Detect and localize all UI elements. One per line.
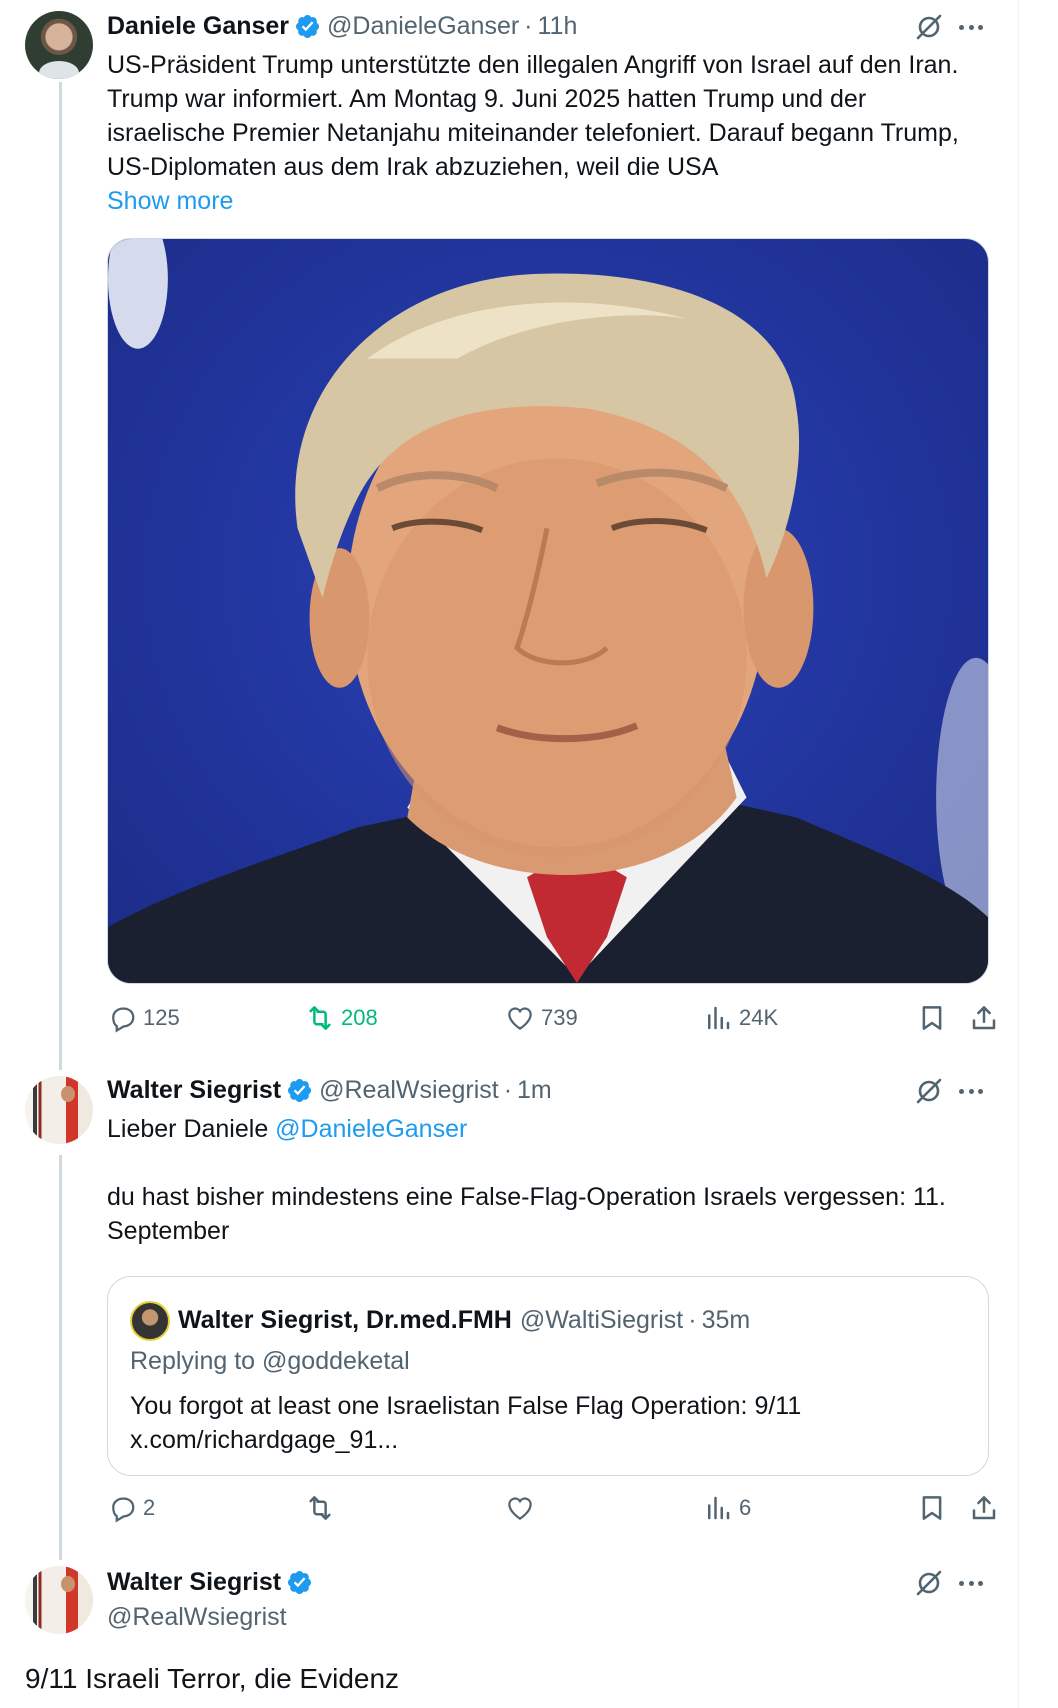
author-handle[interactable]: @RealWsiegrist [319, 1076, 499, 1105]
quote-link: x.com/richardgage_91... [130, 1426, 399, 1454]
post-header: Walter Siegrist @RealWsiegrist · 1m [107, 1073, 552, 1107]
avatar[interactable] [130, 1301, 170, 1341]
reply-count: 2 [143, 1495, 156, 1520]
separator-dot: · [688, 1305, 697, 1334]
author-handle[interactable]: @RealWsiegrist [107, 1603, 287, 1632]
portrait-photo [108, 239, 988, 983]
reply-icon [112, 1497, 135, 1523]
views-button[interactable]: 24K [703, 1000, 778, 1036]
post-greeting: Lieber Daniele @DanieleGanser [107, 1112, 987, 1146]
author-name[interactable]: Walter Siegrist [107, 1076, 281, 1105]
views-icon [708, 1496, 730, 1520]
views-count: 6 [739, 1495, 752, 1520]
timestamp[interactable]: 11h [538, 12, 578, 41]
avatar[interactable] [25, 1076, 93, 1144]
avatar[interactable] [25, 11, 93, 79]
mention-link[interactable]: @DanieleGanser [275, 1115, 467, 1143]
views-icon [708, 1006, 730, 1030]
timestamp[interactable]: 1m [517, 1076, 552, 1105]
author-handle: @WaltiSiegrist [519, 1305, 684, 1334]
like-count: 739 [541, 1005, 578, 1030]
grok-icon[interactable] [914, 12, 944, 42]
show-more-link[interactable]: Show more [107, 184, 987, 218]
quoted-post[interactable]: Walter Siegrist, Dr.med.FMH @WaltiSiegri… [107, 1276, 989, 1476]
post-text: 9/11 Israeli Terror, die Evidenz [25, 1663, 400, 1694]
verified-badge-icon [288, 1570, 312, 1594]
separator-dot: · [503, 1075, 513, 1104]
views-button[interactable]: 6 [703, 1490, 751, 1526]
avatar[interactable] [25, 1566, 93, 1634]
like-button[interactable] [505, 1490, 541, 1526]
post-text: du hast bisher mindestens eine False-Fla… [107, 1183, 946, 1245]
reply-icon [112, 1007, 135, 1033]
bookmark-button[interactable] [917, 1000, 953, 1036]
grok-icon[interactable] [914, 1076, 944, 1106]
reply-button[interactable]: 125 [107, 1000, 180, 1036]
reply-count: 125 [143, 1005, 180, 1030]
post-image[interactable] [107, 238, 989, 984]
like-button[interactable]: 739 [505, 1000, 578, 1036]
repost-button[interactable]: 208 [305, 1000, 378, 1036]
bookmark-icon [922, 1496, 942, 1520]
share-button[interactable] [969, 1000, 1005, 1036]
quote-header: Walter Siegrist, Dr.med.FMH @WaltiSiegri… [178, 1303, 750, 1337]
more-icon[interactable] [956, 1076, 986, 1106]
timeline-border [1018, 0, 1019, 1708]
like-icon [508, 1497, 532, 1520]
replying-to: Replying to @goddeketal [130, 1347, 410, 1375]
post-actions: 2 6 [107, 1490, 996, 1526]
share-button[interactable] [969, 1490, 1005, 1526]
author-name[interactable]: Daniele Ganser [107, 12, 289, 41]
post-actions: 125 208 739 24K [107, 1000, 996, 1036]
repost-button[interactable] [305, 1490, 341, 1526]
thread-line [59, 1155, 62, 1560]
post-subheader: @RealWsiegrist [107, 1600, 287, 1634]
quote-text: You forgot at least one Israelistan Fals… [130, 1389, 970, 1457]
share-icon [972, 1006, 996, 1030]
timestamp: 35m [701, 1305, 751, 1334]
grok-icon[interactable] [914, 1568, 944, 1598]
repost-count: 208 [341, 1005, 378, 1030]
post-header: Walter Siegrist [107, 1565, 319, 1599]
more-icon[interactable] [956, 12, 986, 42]
bookmark-icon [922, 1006, 942, 1030]
quote-body: You forgot at least one Israelistan Fals… [130, 1392, 802, 1420]
reply-button[interactable]: 2 [107, 1490, 155, 1526]
bookmark-button[interactable] [917, 1490, 953, 1526]
post-header: Daniele Ganser @DanieleGanser · 11h [107, 9, 577, 43]
post-text: US-Präsident Trump unterstützte den ille… [107, 51, 959, 181]
thread-line [59, 82, 62, 1070]
author-name[interactable]: Walter Siegrist [107, 1568, 281, 1597]
repost-icon [309, 1496, 331, 1520]
like-icon [508, 1007, 532, 1030]
verified-badge-icon [296, 14, 320, 38]
author-name: Walter Siegrist, Dr.med.FMH [178, 1305, 512, 1334]
repost-icon [309, 1006, 331, 1030]
separator-dot: · [524, 11, 533, 40]
more-icon[interactable] [956, 1568, 986, 1598]
author-handle[interactable]: @DanieleGanser [327, 12, 519, 41]
greeting-text: Lieber Daniele [107, 1115, 269, 1143]
share-icon [972, 1496, 996, 1520]
views-count: 24K [739, 1005, 779, 1030]
verified-badge-icon [288, 1078, 312, 1102]
